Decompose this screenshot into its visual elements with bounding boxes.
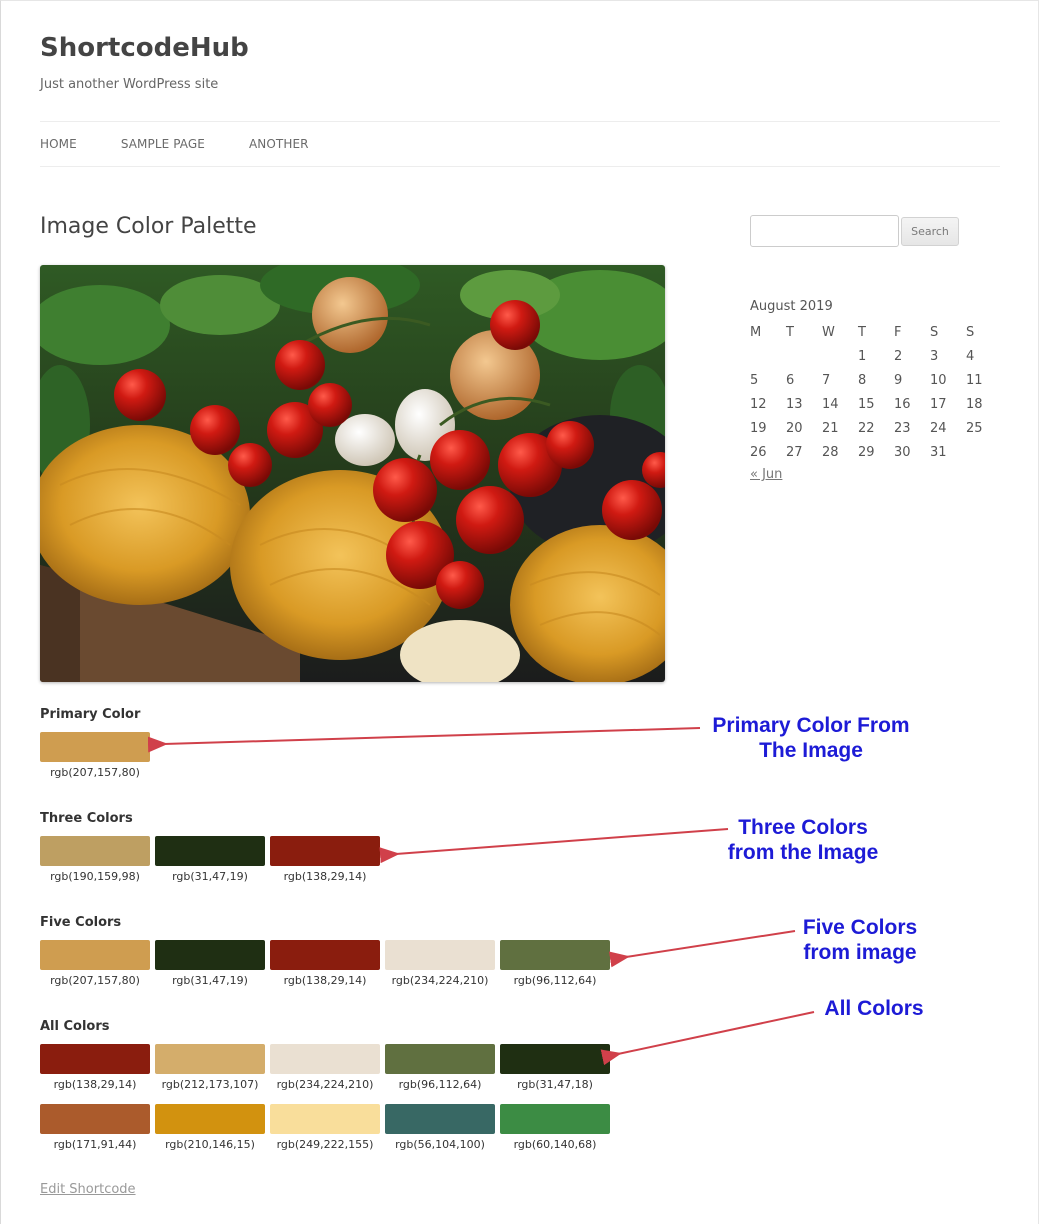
annotation-five: Five Colors from image [790, 915, 930, 965]
annotation-arrows [147, 727, 815, 1066]
arrow-five [608, 930, 796, 968]
annotation-line: from image [803, 941, 917, 964]
annotation-line: Five Colors [802, 916, 918, 939]
arrow-primary [147, 727, 701, 753]
annotation-line: from the Image [727, 841, 879, 864]
annotation-primary: Primary Color From The Image [700, 713, 922, 763]
annotation-all: All Colors [810, 996, 938, 1021]
annotation-three: Three Colors from the Image [712, 815, 894, 865]
annotation-line: All Colors [824, 997, 924, 1020]
annotation-line: The Image [759, 739, 863, 762]
arrow-three [379, 828, 729, 864]
arrow-all [600, 1011, 815, 1066]
annotation-line: Three Colors [738, 816, 868, 839]
annotation-line: Primary Color From [712, 714, 910, 737]
